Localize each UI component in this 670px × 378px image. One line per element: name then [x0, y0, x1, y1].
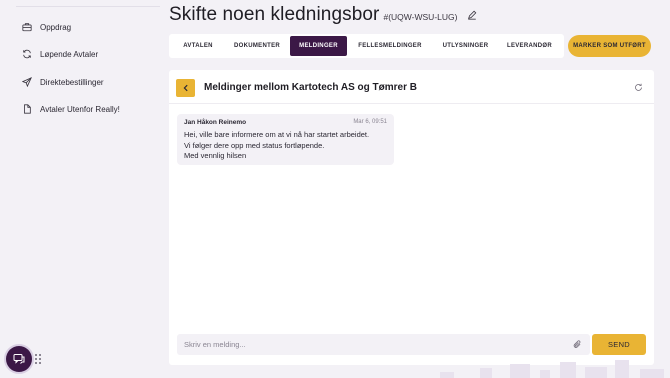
sidebar-item-avtaler-utenfor[interactable]: Avtaler Utenfor Really! [22, 104, 120, 114]
document-icon [24, 104, 31, 114]
tab-utlysninger[interactable]: UTLYSNINGER [433, 36, 498, 56]
sidebar-item-label: Løpende Avtaler [40, 49, 99, 59]
message-timestamp: Mar 6, 09:51 [353, 119, 387, 125]
title-row: Skifte noen kledningsbor #(UQW-WSU-LUG) [169, 4, 477, 26]
message-body: Hei, ville bare informere om at vi nå ha… [184, 130, 369, 162]
send-button[interactable]: SEND [592, 334, 646, 355]
sidebar-item-direktebestillinger[interactable]: Direktebestillinger [22, 77, 104, 87]
tab-bar: AVTALEN DOKUMENTER MELDINGER FELLESMELDI… [169, 34, 564, 58]
send-icon [22, 77, 32, 87]
message-line: Hei, ville bare informere om at vi nå ha… [184, 130, 370, 139]
briefcase-icon [22, 23, 32, 32]
tab-meldinger[interactable]: MELDINGER [290, 36, 347, 56]
sidebar-item-oppdrag[interactable]: Oppdrag [22, 22, 71, 32]
sidebar-divider [16, 6, 160, 7]
tab-leverandor[interactable]: LEVERANDØR [498, 36, 561, 56]
message-author: Jan Håkon Reinemo [184, 119, 247, 126]
chevron-left-icon [183, 84, 188, 92]
message-bubble: Jan Håkon Reinemo Mar 6, 09:51 Hei, vill… [177, 114, 394, 165]
paperclip-icon[interactable] [573, 340, 582, 349]
message-line: Med vennlig hilsen [184, 151, 247, 160]
project-code: #(UQW-WSU-LUG) [383, 12, 458, 22]
chat-bubble-button[interactable] [6, 346, 32, 372]
back-button[interactable] [176, 79, 195, 97]
sidebar-item-label: Oppdrag [40, 22, 72, 32]
tab-avtalen[interactable]: AVTALEN [172, 36, 224, 56]
sidebar-item-label: Direktebestillinger [40, 77, 104, 87]
drag-handle-icon[interactable] [35, 354, 41, 364]
message-input[interactable] [177, 334, 567, 355]
chat-icon [13, 354, 25, 364]
sidebar-item-label: Avtaler Utenfor Really! [40, 104, 120, 114]
mark-as-done-button[interactable]: MARKER SOM UTFØRT [568, 35, 651, 57]
refresh-cycle-icon [23, 49, 31, 59]
sidebar: Oppdrag Løpende Avtaler Direktebestillin… [0, 0, 160, 378]
pencil-edit-icon[interactable] [467, 10, 477, 20]
decorative-skyline [400, 358, 670, 378]
conversation-title: Meldinger mellom Kartotech AS og Tømrer … [204, 82, 417, 93]
tab-fellesmeldinger[interactable]: FELLESMELDINGER [347, 36, 433, 56]
refresh-icon[interactable] [634, 83, 643, 92]
message-panel: Meldinger mellom Kartotech AS og Tømrer … [169, 70, 654, 365]
tab-dokumenter[interactable]: DOKUMENTER [224, 36, 290, 56]
page-title: Skifte noen kledningsbor [169, 4, 380, 25]
message-line: Vi følger dere opp med status fortløpend… [184, 140, 325, 150]
message-composer [177, 334, 590, 355]
panel-header: Meldinger mellom Kartotech AS og Tømrer … [169, 70, 654, 104]
sidebar-item-lopende-avtaler[interactable]: Løpende Avtaler [22, 49, 98, 59]
